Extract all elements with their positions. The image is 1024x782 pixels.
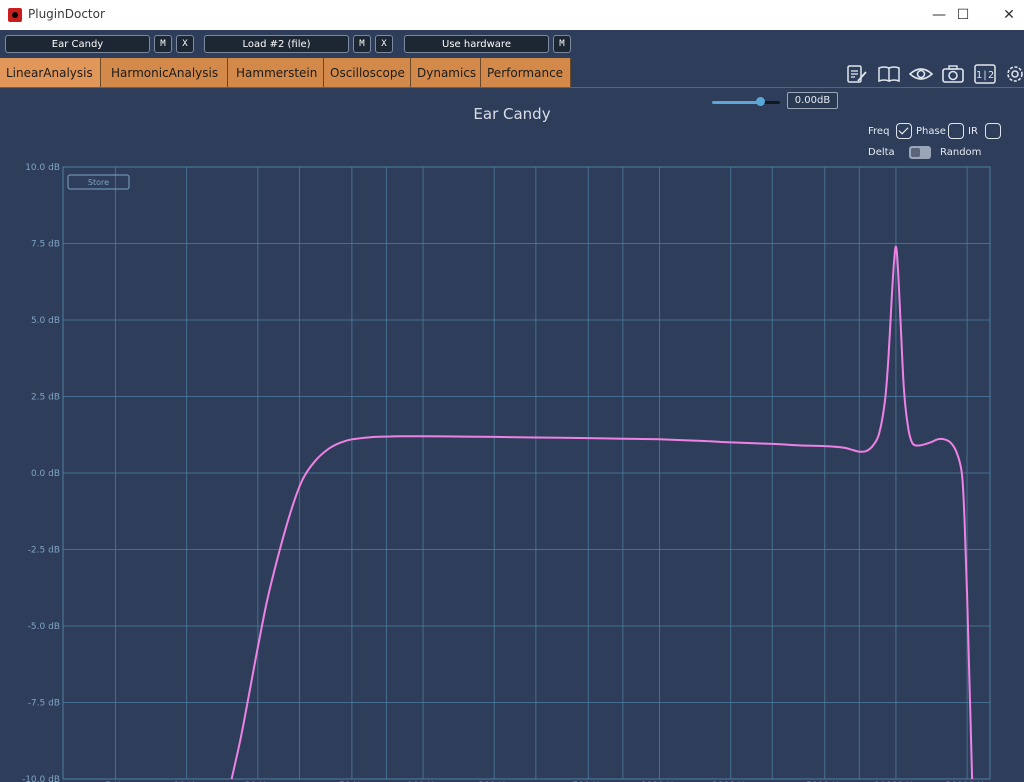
freq-label: Freq — [868, 126, 890, 137]
tab-performance[interactable]: Performance — [481, 58, 571, 87]
split-1-2-icon[interactable]: 1|2 — [973, 63, 997, 85]
slot-1-remove-button[interactable]: X — [176, 35, 194, 53]
freq-checkbox[interactable] — [896, 123, 912, 139]
store-label: Store — [88, 178, 109, 187]
notes-icon[interactable] — [845, 63, 869, 85]
analysis-tabs: LinearAnalysis HarmonicAnalysis Hammerst… — [0, 58, 571, 87]
random-label: Random — [940, 147, 982, 158]
camera-icon[interactable] — [941, 63, 965, 85]
frequency-response-curve — [230, 245, 974, 780]
title-bar: PluginDoctor — ☐ ✕ — [0, 0, 1024, 30]
phase-label: Phase — [916, 126, 946, 137]
y-tick-label: 10.0 dB — [25, 163, 60, 173]
y-tick-label: -7.5 dB — [28, 699, 60, 709]
phase-checkbox[interactable] — [948, 123, 964, 139]
maximize-button[interactable]: ☐ — [940, 0, 986, 30]
y-tick-label: 0.0 dB — [31, 469, 60, 479]
linear-analysis-plot: 10.0 dB 7.5 dB 5.0 dB 2.5 dB 0.0 dB -2.5 dB -5… — [0, 88, 1024, 782]
y-tick-label: 5.0 dB — [31, 316, 60, 326]
app-client-area: Ear Candy M X Load #2 (file) M X Use har… — [0, 30, 1024, 782]
plot-title: Ear Candy — [473, 105, 551, 123]
slot-2-mute-button[interactable]: M — [353, 35, 371, 53]
tab-harmonic-analysis[interactable]: HarmonicAnalysis — [101, 58, 228, 87]
tab-hammerstein[interactable]: Hammerstein — [228, 58, 324, 87]
y-tick-label: 2.5 dB — [31, 393, 60, 403]
slot-1-mute-button[interactable]: M — [154, 35, 172, 53]
eye-icon[interactable] — [908, 63, 934, 85]
window-title: PluginDoctor — [28, 7, 105, 21]
slot-2-remove-button[interactable]: X — [375, 35, 393, 53]
plugin-slot-1[interactable]: Ear Candy — [5, 35, 150, 53]
ir-checkbox[interactable] — [985, 123, 1001, 139]
output-gain-slider[interactable] — [712, 97, 780, 106]
y-tick-label: -2.5 dB — [28, 546, 60, 556]
hardware-mute-button[interactable]: M — [553, 35, 571, 53]
hardware-slot[interactable]: Use hardware — [404, 35, 549, 53]
book-icon[interactable] — [877, 63, 901, 85]
settings-icon[interactable] — [1003, 63, 1024, 85]
frequency-response-chart[interactable]: 10.0 dB 7.5 dB 5.0 dB 2.5 dB 0.0 dB -2.5 dB -5… — [0, 88, 1024, 782]
delta-label: Delta — [868, 147, 895, 158]
tab-dynamics[interactable]: Dynamics — [411, 58, 481, 87]
split-icon-text: 1|2 — [976, 70, 994, 81]
delta-random-toggle[interactable] — [909, 146, 931, 159]
y-tick-label: -10.0 dB — [22, 775, 60, 782]
app-icon — [8, 8, 22, 22]
gain-slider-fill — [712, 101, 761, 104]
y-tick-label: 7.5 dB — [31, 240, 60, 250]
y-tick-label: -5.0 dB — [28, 622, 60, 632]
ir-label: IR — [968, 126, 978, 137]
close-button[interactable]: ✕ — [986, 0, 1024, 30]
gain-value-field[interactable]: 0.00dB — [787, 92, 838, 109]
tab-oscilloscope[interactable]: Oscilloscope — [324, 58, 411, 87]
plugin-slot-2[interactable]: Load #2 (file) — [204, 35, 349, 53]
tab-linear-analysis[interactable]: LinearAnalysis — [0, 58, 101, 87]
